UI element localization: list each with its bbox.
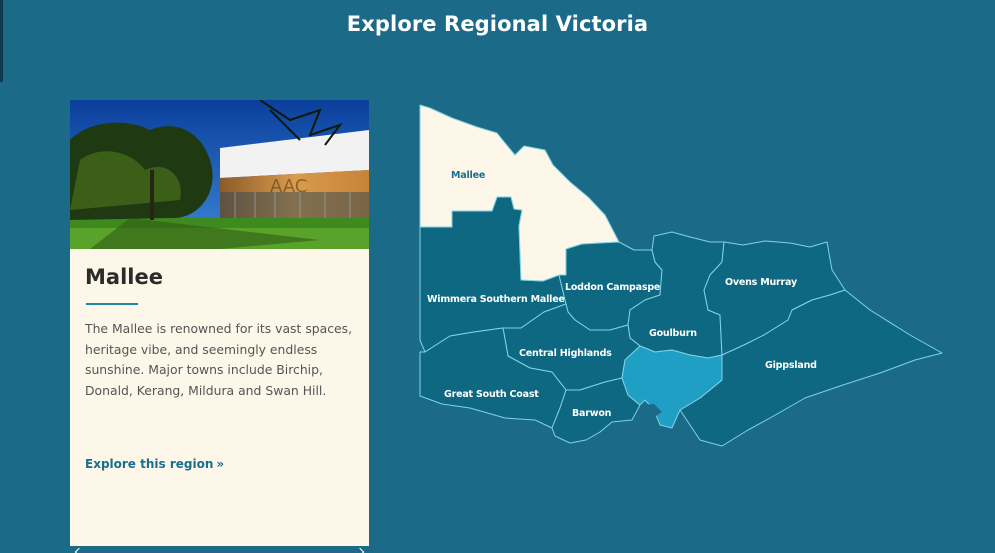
label-goulburn: Goulburn xyxy=(649,328,697,339)
label-ovens-murray: Ovens Murray xyxy=(725,277,798,288)
label-barwon: Barwon xyxy=(572,408,612,419)
label-gippsland: Gippsland xyxy=(765,360,817,371)
label-wimmera-southern-mallee: Wimmera Southern Mallee xyxy=(427,294,565,305)
label-mallee: Mallee xyxy=(451,170,485,181)
label-central-highlands: Central Highlands xyxy=(519,348,612,359)
label-loddon-campaspe: Loddon Campaspe xyxy=(565,282,660,293)
victoria-region-map: Mallee Wimmera Southern Mallee Loddon Ca… xyxy=(419,104,943,447)
label-great-south-coast: Great South Coast xyxy=(444,389,539,400)
